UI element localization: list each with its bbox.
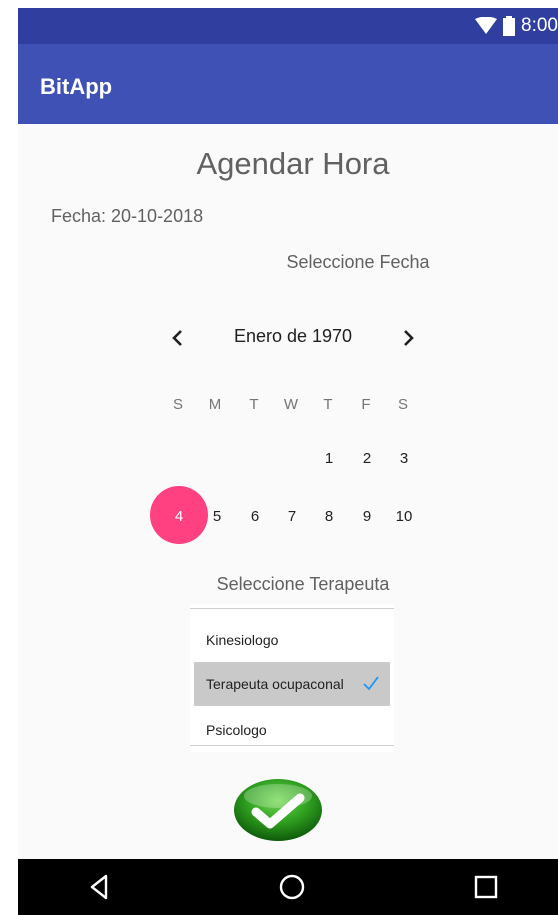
therapist-list: Kinesiologo Terapeuta ocupaconal Psicolo… — [190, 604, 394, 752]
list-divider — [190, 608, 394, 609]
therapist-option-selected[interactable]: Terapeuta ocupaconal — [194, 662, 390, 706]
calendar-day[interactable]: 3 — [389, 450, 419, 467]
weekday-tue: T — [249, 396, 259, 413]
therapist-option-label: Terapeuta ocupaconal — [206, 676, 344, 692]
weekday-wed: W — [283, 396, 299, 413]
weekday-sun: S — [172, 396, 183, 413]
list-divider — [190, 745, 394, 746]
calendar-day[interactable]: 9 — [352, 508, 382, 525]
left-gutter — [0, 0, 18, 915]
calendar-day[interactable]: 2 — [352, 450, 382, 467]
recents-square-icon[interactable] — [470, 871, 502, 903]
confirm-button[interactable] — [232, 778, 324, 842]
weekday-thu: T — [323, 396, 333, 413]
weekday-fri: F — [361, 396, 371, 413]
phone-screen: 8:00 BitApp Agendar Hora Fecha: 20-10-20… — [18, 8, 558, 915]
status-time: 8:00 — [521, 15, 558, 36]
status-icons: 8:00 — [475, 14, 558, 38]
weekday-sat: S — [397, 396, 408, 413]
select-date-label: Seleccione Fecha — [286, 252, 430, 272]
date-label: Fecha: 20-10-2018 — [51, 206, 204, 226]
wifi-icon — [475, 17, 498, 34]
therapist-option[interactable]: Kinesiologo — [194, 618, 390, 662]
calendar-day[interactable]: 5 — [202, 508, 232, 525]
navigation-bar — [18, 859, 558, 915]
app-bar: BitApp — [18, 44, 558, 124]
page-title: Agendar Hora — [196, 146, 390, 181]
back-triangle-icon[interactable] — [84, 871, 116, 903]
calendar-day[interactable]: 10 — [389, 508, 419, 525]
weekday-mon: M — [208, 396, 222, 413]
chevron-left-icon[interactable] — [166, 326, 190, 350]
calendar-day-selected[interactable]: 4 — [164, 508, 194, 525]
status-bar: 8:00 — [18, 8, 558, 44]
calendar-day[interactable]: 1 — [314, 450, 344, 467]
app-title: BitApp — [40, 74, 113, 99]
calendar-day[interactable]: 6 — [240, 508, 270, 525]
chevron-right-icon[interactable] — [396, 326, 420, 350]
battery-icon — [503, 16, 516, 36]
select-therapist-label: Seleccione Terapeuta — [216, 574, 390, 594]
home-circle-icon[interactable] — [276, 871, 308, 903]
calendar-day[interactable]: 8 — [314, 508, 344, 525]
calendar-month-label: Enero de 1970 — [233, 326, 353, 346]
calendar-day[interactable]: 7 — [277, 508, 307, 525]
check-icon — [363, 676, 379, 691]
